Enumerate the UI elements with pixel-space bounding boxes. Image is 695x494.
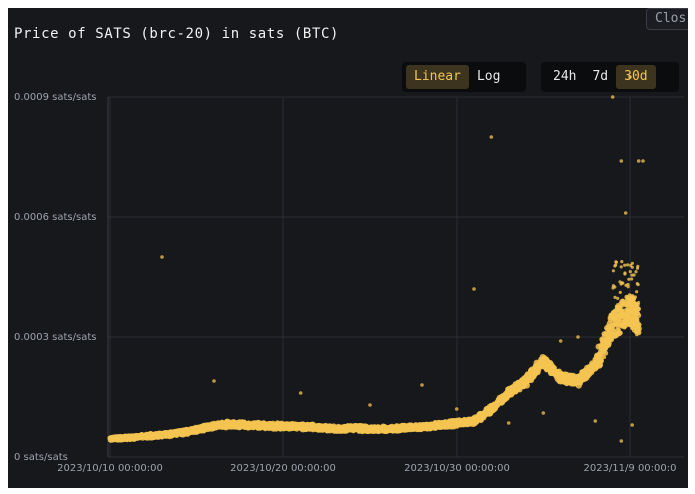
outlier-point — [160, 255, 164, 259]
y-tick-label: 0.0003 sats/sats — [14, 332, 96, 343]
outlier-point — [506, 421, 511, 425]
outlier-point — [489, 135, 494, 139]
price-point — [626, 310, 630, 314]
price-point — [636, 329, 642, 336]
price-point — [633, 295, 638, 299]
y-tick-label: 0.0006 sats/sats — [14, 212, 96, 223]
x-tick-label: 2023/10/20 00:00:00 — [230, 463, 336, 474]
price-point — [632, 273, 636, 277]
price-point — [614, 263, 618, 267]
price-point — [623, 272, 627, 276]
price-point — [621, 315, 625, 319]
outlier-point — [558, 339, 563, 343]
price-point — [611, 269, 616, 273]
x-tick-label: 2023/10/30 00:00:00 — [404, 463, 510, 474]
price-point — [616, 303, 620, 307]
price-point — [624, 283, 628, 287]
price-point — [635, 282, 639, 286]
price-point — [625, 297, 629, 301]
outlier-point — [212, 379, 216, 383]
price-point — [637, 300, 641, 305]
price-point — [630, 277, 634, 281]
price-point — [603, 350, 609, 356]
price-point — [618, 290, 622, 294]
y-tick-label: 0.0009 sats/sats — [14, 92, 96, 103]
price-point — [629, 300, 633, 304]
price-point — [623, 321, 627, 326]
price-point — [629, 303, 633, 307]
outlier-point — [636, 159, 641, 163]
outlier-point — [472, 287, 476, 291]
outlier-point — [576, 335, 580, 339]
outlier-point — [541, 411, 546, 415]
price-point — [616, 319, 621, 323]
price-point — [619, 265, 623, 269]
price-point — [628, 270, 632, 274]
price-point — [636, 322, 642, 328]
outlier-point — [298, 391, 303, 395]
outlier-point — [454, 407, 459, 411]
outlier-point — [630, 423, 634, 427]
price-point — [626, 319, 630, 323]
outlier-point — [619, 159, 624, 163]
outlier-point — [593, 419, 598, 423]
outlier-point — [420, 383, 424, 387]
points-layer — [107, 75, 645, 443]
outlier-point — [623, 211, 628, 215]
outlier-point — [610, 95, 615, 99]
price-point — [629, 263, 633, 267]
chart-panel: Clos Price of SATS (brc-20) in sats (BTC… — [8, 8, 688, 488]
outlier-point — [641, 159, 645, 163]
price-point — [602, 355, 607, 360]
outlier-point — [368, 403, 372, 407]
price-point — [613, 285, 617, 289]
price-point — [617, 330, 623, 336]
price-point — [622, 312, 626, 316]
y-tick-label: 0 sats/sats — [14, 452, 68, 463]
axis-layer: 0 sats/sats 0.0003 sats/sats 0.0006 sats/s… — [14, 92, 677, 474]
price-point — [633, 312, 638, 316]
price-point — [623, 263, 627, 267]
outlier-point — [619, 439, 624, 443]
price-point — [616, 296, 620, 300]
price-point — [634, 270, 638, 274]
price-point — [627, 277, 631, 281]
price-point — [626, 302, 630, 307]
price-point — [635, 290, 639, 294]
price-point — [635, 307, 639, 311]
price-point — [635, 266, 640, 270]
x-tick-label: 2023/11/9 00:00:0 — [583, 463, 676, 474]
price-point — [621, 281, 625, 285]
price-point — [620, 260, 624, 264]
grid-layer — [108, 96, 684, 458]
outlier-point — [628, 75, 632, 79]
price-point — [626, 263, 630, 267]
price-scatter-plot: 0 sats/sats 0.0003 sats/sats 0.0006 sats/s… — [14, 75, 684, 474]
x-tick-label: 2023/10/10 00:00:00 — [57, 463, 163, 474]
price-point — [614, 310, 618, 314]
price-point — [614, 260, 619, 264]
